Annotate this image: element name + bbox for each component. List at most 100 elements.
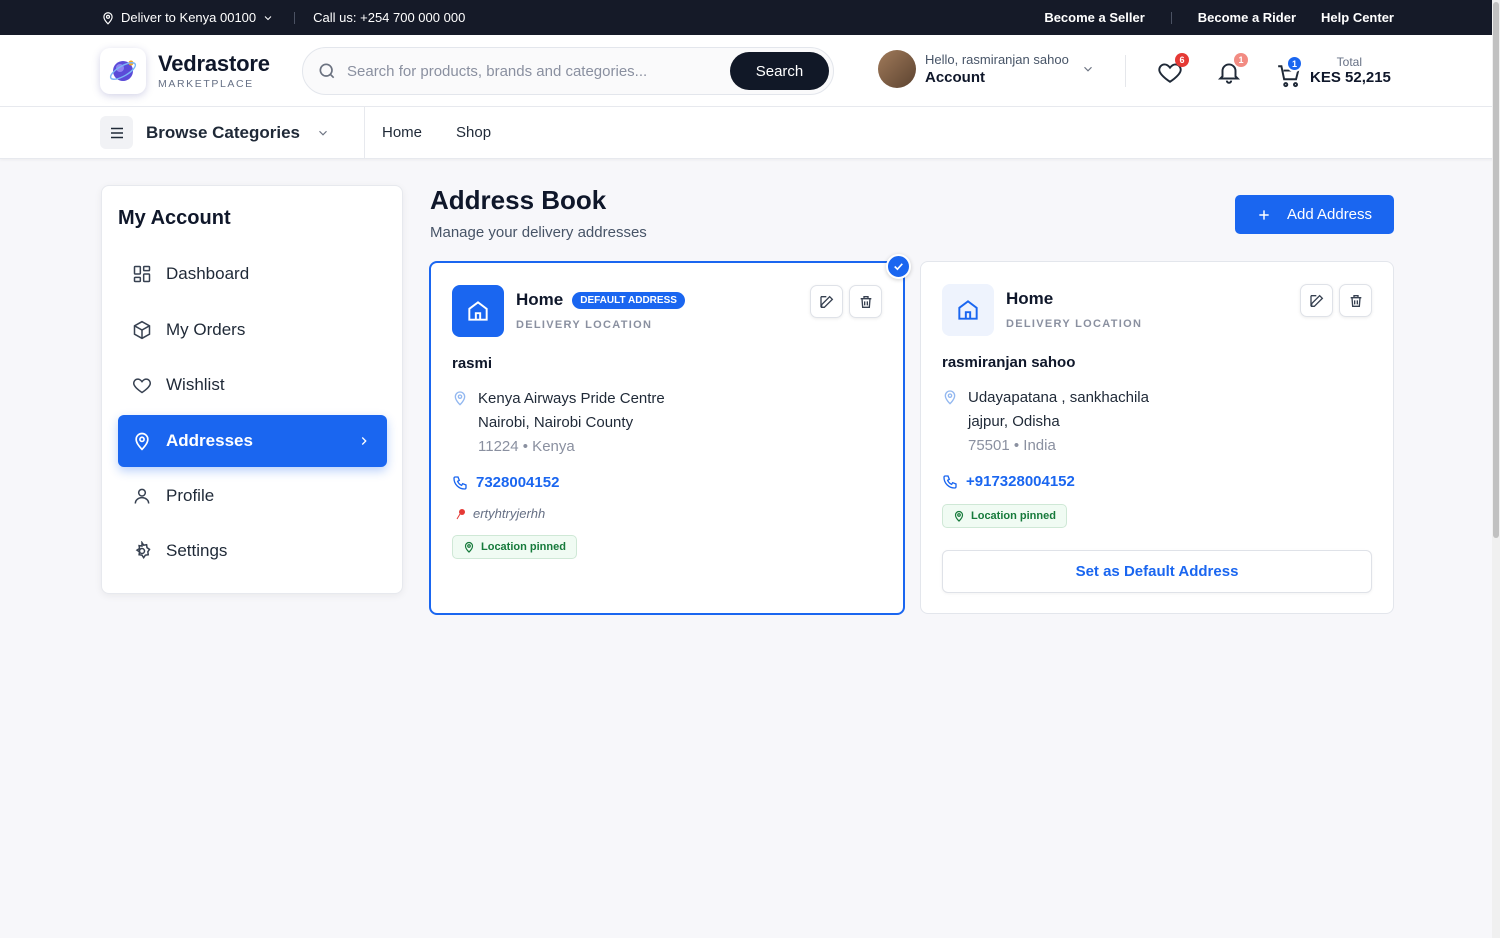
scrollbar-thumb[interactable] [1493, 2, 1499, 538]
phone-number: +917328004152 [966, 473, 1075, 490]
nav-shop[interactable]: Shop [456, 124, 491, 141]
sidebar-item-profile[interactable]: Profile [118, 470, 387, 522]
sidebar-item-settings[interactable]: Settings [118, 525, 387, 577]
menu-button[interactable] [100, 116, 133, 149]
home-icon [468, 301, 488, 321]
sidebar-item-my-orders[interactable]: My Orders [118, 304, 387, 356]
browse-categories[interactable]: Browse Categories [146, 123, 300, 143]
home-icon-box [942, 284, 994, 336]
sidebar-item-label: My Orders [166, 320, 246, 339]
sidebar-title: My Account [118, 207, 231, 229]
recipient-name: rasmiranjan sahoo [942, 354, 1076, 371]
address-line-1: Udayapatana , sankhachila [968, 389, 1149, 406]
notification-count-badge: 1 [1234, 53, 1248, 67]
call-us: Call us: +254 700 000 000 [313, 10, 466, 25]
phone-link[interactable]: +917328004152 [942, 473, 1075, 490]
search-button[interactable]: Search [730, 52, 829, 90]
pinned-text: Location pinned [481, 541, 566, 553]
cart-button[interactable]: 1 [1276, 55, 1303, 94]
chevron-down-icon [319, 130, 327, 136]
delete-address-button[interactable] [849, 285, 882, 318]
search-bar: Search for products, brands and categori… [302, 47, 834, 95]
trash-icon [860, 295, 871, 308]
address-line-2: Nairobi, Nairobi County [478, 414, 634, 431]
phone-icon [453, 475, 467, 490]
cart-total-value: KES 52,215 [1310, 69, 1391, 86]
add-address-label: Add Address [1286, 206, 1373, 223]
search-input[interactable]: Search for products, brands and categori… [347, 63, 730, 80]
user-icon [134, 488, 150, 504]
set-default-button[interactable]: Set as Default Address [942, 550, 1372, 593]
grid-icon [133, 265, 151, 283]
logo[interactable] [100, 47, 146, 94]
sidebar-item-addresses[interactable]: Addresses [118, 415, 387, 467]
sidebar-item-wishlist[interactable]: Wishlist [118, 359, 387, 411]
search-icon [319, 63, 335, 79]
become-seller-link[interactable]: Become a Seller [1044, 10, 1144, 25]
deliver-to[interactable]: Deliver to Kenya 00100 [101, 10, 274, 25]
location-pin-icon [103, 11, 113, 25]
selected-check-icon [886, 254, 911, 279]
divider [1125, 55, 1126, 87]
phone-number: 7328004152 [476, 474, 560, 491]
sidebar-item-label: Addresses [166, 431, 253, 450]
address-line-1: Kenya Airways Pride Centre [478, 390, 665, 407]
address-lines: Udayapatana , sankhachila jajpur, Odisha… [942, 386, 1149, 458]
notifications-button[interactable]: 1 [1216, 53, 1248, 90]
chevron-right-icon [361, 437, 367, 445]
address-subtitle: DELIVERY LOCATION [516, 319, 653, 331]
add-address-button[interactable]: Add Address [1235, 195, 1394, 234]
address-lines: Kenya Airways Pride Centre Nairobi, Nair… [452, 387, 665, 459]
avatar [878, 50, 916, 88]
divider [1170, 11, 1172, 24]
edit-icon [1309, 294, 1323, 307]
address-line-2: jajpur, Odisha [968, 413, 1060, 430]
delete-address-button[interactable] [1339, 284, 1372, 317]
divider [364, 106, 365, 159]
sidebar-item-label: Wishlist [166, 375, 225, 394]
recipient-name: rasmi [452, 355, 493, 372]
help-center-link[interactable]: Help Center [1321, 10, 1394, 25]
wishlist-count-badge: 6 [1175, 53, 1189, 67]
hello-text: Hello, rasmiranjan sahoo [925, 52, 1069, 67]
address-type: Home [1006, 289, 1054, 308]
location-pin-icon [954, 510, 964, 522]
chevron-down-icon [264, 15, 272, 20]
page-scrollbar[interactable] [1492, 0, 1500, 938]
location-pin-icon [454, 391, 466, 406]
wishlist-button[interactable]: 6 [1157, 53, 1189, 90]
chevron-down-icon [1083, 66, 1092, 72]
page-subtitle: Manage your delivery addresses [430, 224, 647, 241]
become-rider-link[interactable]: Become a Rider [1198, 10, 1296, 25]
address-subtitle: DELIVERY LOCATION [1006, 318, 1143, 330]
nav-bar: Browse Categories Home Shop [0, 106, 1500, 159]
home-icon-box [452, 285, 504, 337]
address-card-default[interactable]: Home DEFAULT ADDRESS DELIVERY LOCATION r… [429, 261, 905, 615]
heart-icon [133, 378, 151, 394]
address-note: ertyhtryjerhh [455, 506, 545, 521]
location-icon [135, 432, 149, 451]
trash-icon [1350, 294, 1361, 307]
account-menu[interactable]: Hello, rasmiranjan sahoo Account [878, 50, 1095, 88]
hamburger-icon [110, 127, 123, 138]
divider [294, 11, 296, 24]
brand-name: Vedrastore [158, 51, 270, 76]
edit-address-button[interactable] [1300, 284, 1333, 317]
location-pin-icon [464, 541, 474, 553]
edit-address-button[interactable] [810, 285, 843, 318]
top-bar: Deliver to Kenya 00100 Call us: +254 700… [0, 0, 1500, 35]
nav-home[interactable]: Home [382, 124, 422, 141]
cart-total[interactable]: Total KES 52,215 [1310, 55, 1391, 86]
account-sidebar: My Account Dashboard My Orders Wishlist … [101, 185, 403, 594]
cart-total-label: Total [1336, 55, 1362, 69]
address-card[interactable]: Home DELIVERY LOCATION rasmiranjan sahoo… [920, 261, 1394, 614]
header: Vedrastore MARKETPLACE Search for produc… [0, 35, 1500, 107]
sidebar-item-dashboard[interactable]: Dashboard [118, 248, 387, 300]
check-icon [894, 263, 903, 271]
note-text: ertyhtryjerhh [473, 506, 546, 521]
phone-link[interactable]: 7328004152 [452, 474, 559, 491]
sidebar-item-label: Profile [166, 486, 215, 505]
location-pin-icon [944, 390, 956, 405]
location-pinned-badge: Location pinned [942, 504, 1067, 528]
pinned-text: Location pinned [971, 510, 1056, 522]
